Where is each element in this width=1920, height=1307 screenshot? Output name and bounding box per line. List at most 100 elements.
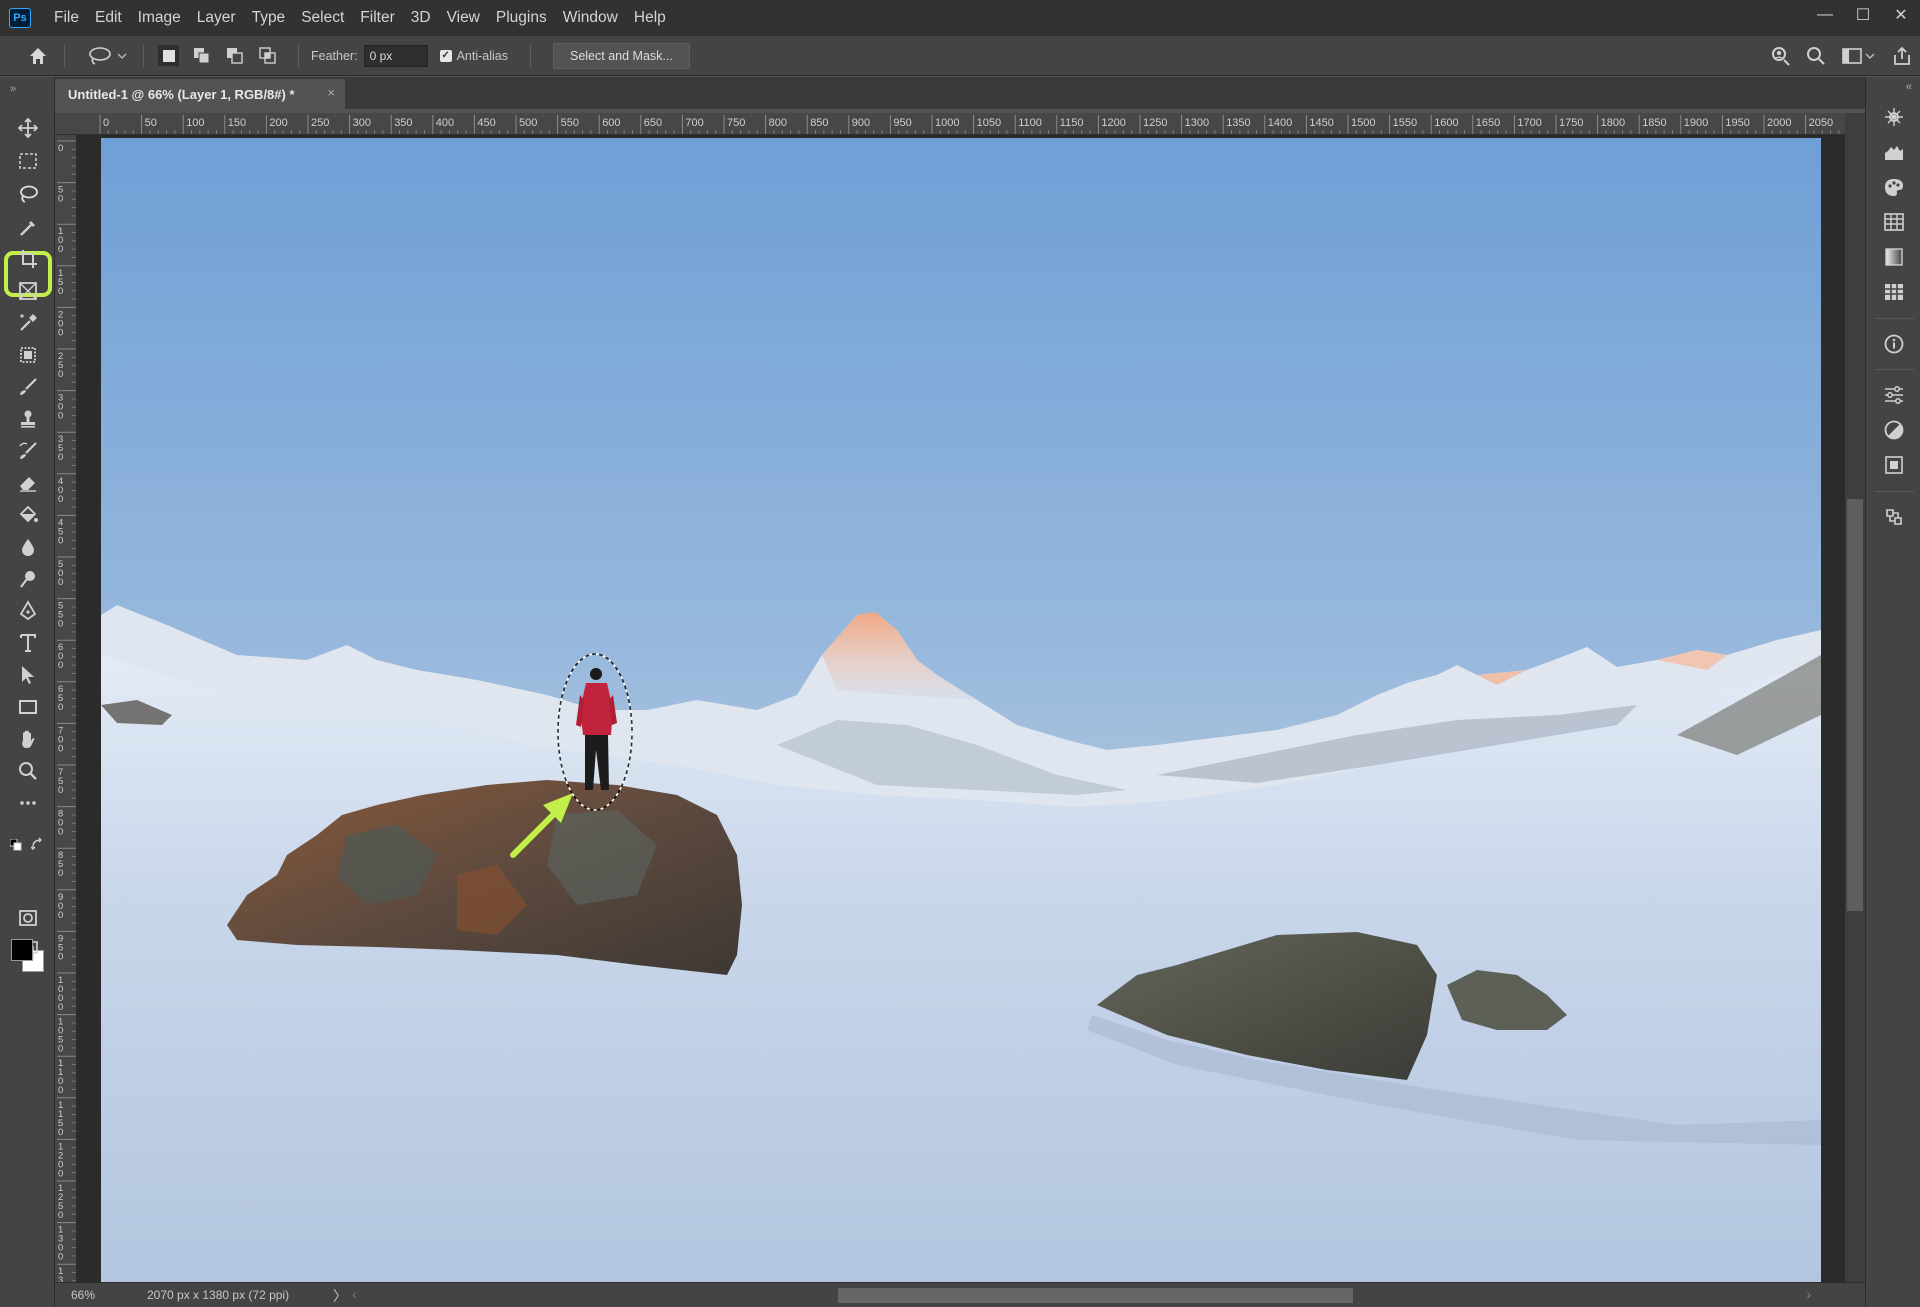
edit-toolbar-button[interactable] xyxy=(13,789,43,817)
subtract-from-selection-button[interactable] xyxy=(224,45,245,66)
menu-image[interactable]: Image xyxy=(130,0,189,36)
clone-stamp-tool[interactable] xyxy=(13,405,43,433)
color-panel-button[interactable] xyxy=(1880,173,1908,201)
zoom-tool[interactable] xyxy=(13,757,43,785)
quick-mask-button[interactable] xyxy=(13,904,43,932)
ruler-label: 450 xyxy=(477,117,495,129)
libraries-panel-button[interactable] xyxy=(1880,451,1908,479)
photoshop-logo-icon[interactable]: Ps xyxy=(9,8,31,28)
ruler-label: 900 xyxy=(852,117,870,129)
zoom-level[interactable]: 66% xyxy=(71,1288,95,1302)
paint-bucket-tool[interactable] xyxy=(13,501,43,529)
gradients-panel-button[interactable] xyxy=(1880,243,1908,271)
close-tab-icon[interactable]: × xyxy=(327,85,335,100)
spot-healing-tool[interactable] xyxy=(13,341,43,369)
move-tool[interactable] xyxy=(13,114,43,142)
hand-tool[interactable] xyxy=(13,725,43,753)
menu-view[interactable]: View xyxy=(439,0,488,36)
intersect-selection-button[interactable] xyxy=(257,45,278,66)
quick-mask-icon xyxy=(19,910,37,926)
learn-button[interactable] xyxy=(1762,36,1798,76)
swap-colors-icon[interactable] xyxy=(31,837,45,851)
menu-help[interactable]: Help xyxy=(626,0,674,36)
tool-preset-picker[interactable] xyxy=(87,46,127,66)
feather-input[interactable]: 0 px xyxy=(363,44,428,67)
eyedropper-tool[interactable] xyxy=(13,309,43,337)
workspace-switcher[interactable] xyxy=(1834,36,1884,76)
home-icon xyxy=(30,47,46,64)
add-to-selection-button[interactable] xyxy=(191,45,212,66)
home-button[interactable] xyxy=(20,36,56,76)
vertical-scrollbar[interactable] xyxy=(1845,113,1865,1282)
vertical-scroll-thumb[interactable] xyxy=(1847,499,1863,911)
swatches-panel-button[interactable] xyxy=(1880,208,1908,236)
add-selection-icon xyxy=(193,47,209,63)
menu-file[interactable]: File xyxy=(46,0,87,36)
default-colors-icon[interactable] xyxy=(10,839,22,851)
document-canvas[interactable] xyxy=(77,135,1850,1282)
brush-tool[interactable] xyxy=(13,373,43,401)
anti-alias-checkbox[interactable]: ✓ xyxy=(439,49,452,62)
maximize-button[interactable]: ☐ xyxy=(1844,0,1882,30)
3d-panel-button[interactable] xyxy=(1880,103,1908,131)
object-selection-tool[interactable] xyxy=(13,213,43,241)
arrow-pointer-icon xyxy=(22,666,34,684)
menu-type[interactable]: Type xyxy=(244,0,294,36)
vertical-ruler[interactable]: 0 50 100 150 200 250 300 350 400 450 500 550 600 650 7… xyxy=(55,135,77,1282)
layers-panel-button[interactable] xyxy=(1880,503,1908,531)
droplet-icon xyxy=(22,539,34,556)
pen-tool[interactable] xyxy=(13,597,43,625)
rectangular-marquee-tool[interactable] xyxy=(13,147,43,175)
select-and-mask-button[interactable]: Select and Mask... xyxy=(552,42,690,69)
ruler-label: 1250 xyxy=(58,1183,63,1221)
ruler-label: 150 xyxy=(228,117,246,129)
frame-tool[interactable] xyxy=(13,277,43,305)
blur-tool[interactable] xyxy=(13,533,43,561)
type-tool[interactable] xyxy=(13,629,43,657)
document-tab[interactable]: Untitled-1 @ 66% (Layer 1, RGB/8#) * × xyxy=(55,79,345,109)
menu-filter[interactable]: Filter xyxy=(352,0,402,36)
ruler-label: 550 xyxy=(561,117,579,129)
eyedropper-icon xyxy=(20,314,37,331)
share-button[interactable] xyxy=(1884,36,1920,76)
ruler-label: 1300 xyxy=(58,1225,63,1263)
menu-window[interactable]: Window xyxy=(555,0,626,36)
scroll-left-arrow[interactable]: ‹ xyxy=(352,1286,357,1302)
minimize-button[interactable]: — xyxy=(1806,0,1844,30)
menu-edit[interactable]: Edit xyxy=(87,0,130,36)
collapse-panel-icon[interactable]: » xyxy=(10,83,16,95)
feather-label: Feather: xyxy=(311,48,358,63)
histogram-panel-button[interactable] xyxy=(1880,138,1908,166)
search-button[interactable] xyxy=(1798,36,1834,76)
menu-3d[interactable]: 3D xyxy=(403,0,439,36)
menu-layer[interactable]: Layer xyxy=(189,0,244,36)
menu-select[interactable]: Select xyxy=(293,0,352,36)
brush-icon xyxy=(20,378,37,395)
ruler-label: 0 xyxy=(58,143,63,154)
patterns-panel-button[interactable] xyxy=(1880,278,1908,306)
horizontal-scroll-thumb[interactable] xyxy=(838,1288,1353,1303)
properties-panel-button[interactable] xyxy=(1880,381,1908,409)
status-menu-arrow[interactable]: 〉 xyxy=(333,1286,347,1306)
info-panel-button[interactable] xyxy=(1880,330,1908,358)
close-window-button[interactable]: ✕ xyxy=(1882,0,1920,30)
grid-icon xyxy=(1884,213,1904,231)
crop-tool[interactable] xyxy=(13,245,43,273)
canvas-area[interactable] xyxy=(77,135,1850,1282)
history-brush-tool[interactable] xyxy=(13,437,43,465)
lasso-tool[interactable] xyxy=(13,180,43,208)
new-selection-button[interactable] xyxy=(158,45,179,66)
ruler-label: 500 xyxy=(519,117,537,129)
ruler-label: 350 xyxy=(58,434,63,463)
dodge-tool[interactable] xyxy=(13,565,43,593)
window-controls: — ☐ ✕ xyxy=(1806,0,1920,36)
expand-panels-icon[interactable]: « xyxy=(1906,81,1912,93)
foreground-color-swatch[interactable] xyxy=(11,939,33,961)
menu-plugins[interactable]: Plugins xyxy=(488,0,555,36)
path-selection-tool[interactable] xyxy=(13,661,43,689)
rectangle-tool[interactable] xyxy=(13,693,43,721)
adjustments-panel-button[interactable] xyxy=(1880,416,1908,444)
horizontal-ruler[interactable]: 0 50 100 150 200 250 300 350 400 450 500 550 600 650 7… xyxy=(55,113,1865,135)
scroll-right-arrow[interactable]: › xyxy=(1806,1286,1811,1302)
eraser-tool[interactable] xyxy=(13,469,43,497)
